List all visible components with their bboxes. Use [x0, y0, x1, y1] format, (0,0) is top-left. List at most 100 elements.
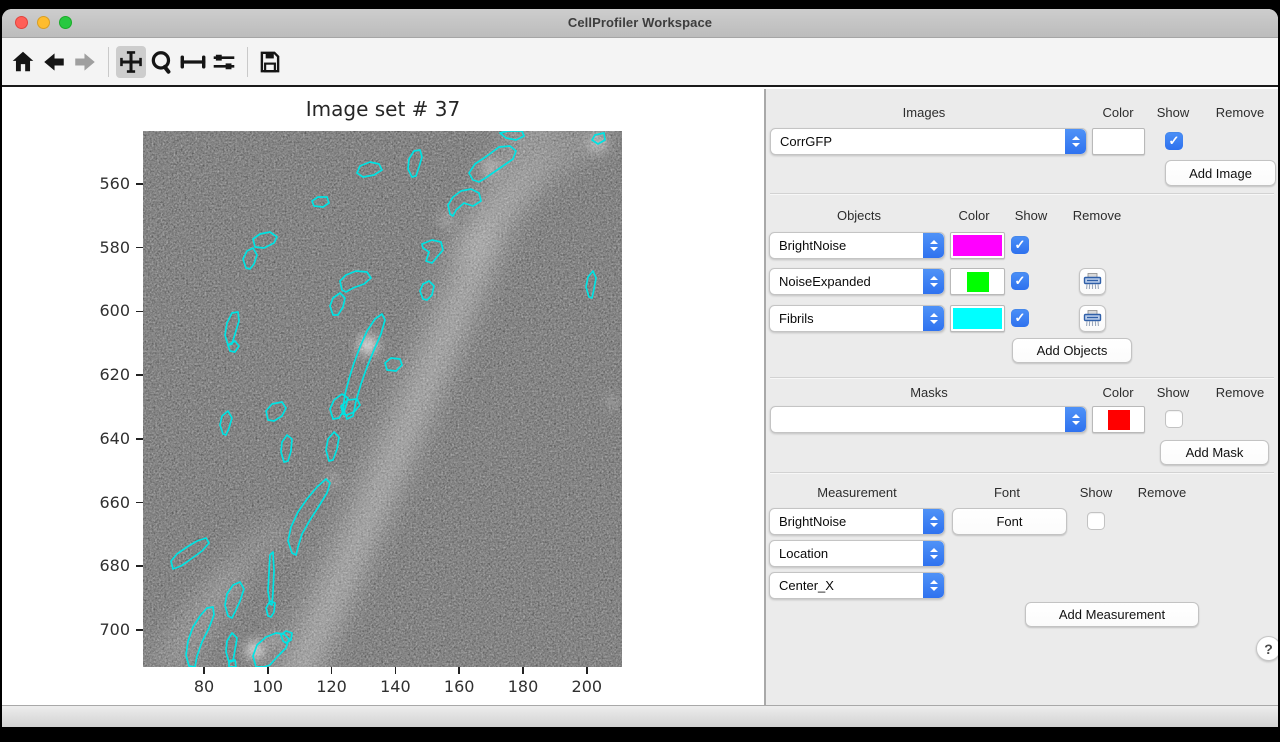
stepper-icon [923, 573, 944, 598]
mask-color-fill [1108, 410, 1130, 430]
measurement-header: Measurement [787, 485, 927, 501]
object-dropdown-1-value: BrightNoise [770, 238, 923, 253]
object-3-color-swatch[interactable] [950, 305, 1005, 332]
x-tick-mark [586, 667, 588, 674]
stepper-icon [923, 306, 944, 331]
masks-header: Masks [859, 385, 999, 401]
forward-button[interactable] [70, 46, 100, 78]
microscopy-image [143, 131, 622, 667]
images-show-column: Show [1147, 105, 1199, 121]
y-tick-label: 620 [60, 365, 130, 385]
y-tick-mark [136, 629, 143, 631]
object-1-color-swatch[interactable] [950, 232, 1005, 259]
object-dropdown-3-value: Fibrils [770, 311, 923, 326]
status-bar [2, 705, 1278, 727]
x-tick-label: 120 [306, 677, 358, 697]
image-show-checkbox[interactable] [1165, 132, 1183, 150]
home-button[interactable] [8, 46, 38, 78]
mask-color-swatch[interactable] [1092, 406, 1145, 433]
mask-show-checkbox[interactable] [1165, 410, 1183, 428]
x-tick-mark [331, 667, 333, 674]
span-tool-button[interactable] [178, 46, 208, 78]
x-tick-mark [395, 667, 397, 674]
measurement-object-dropdown[interactable]: BrightNoise [769, 508, 945, 535]
image-dropdown[interactable]: CorrGFP [770, 128, 1087, 155]
object-2-show-checkbox[interactable] [1011, 272, 1029, 290]
mask-dropdown[interactable] [770, 406, 1087, 433]
measurement-object-value: BrightNoise [770, 514, 923, 529]
object-3-remove-button[interactable] [1079, 305, 1106, 332]
plot-toolbar [2, 38, 1278, 87]
add-measurement-button[interactable]: Add Measurement [1025, 602, 1199, 627]
section-divider [770, 377, 1274, 378]
toolbar-separator [247, 47, 248, 77]
x-tick-mark [458, 667, 460, 674]
object-2-color-swatch[interactable] [950, 268, 1005, 295]
title-bar: CellProfiler Workspace [2, 9, 1278, 38]
objects-color-column: Color [938, 208, 1010, 224]
object-3-show-checkbox[interactable] [1011, 309, 1029, 327]
pan-button[interactable] [116, 46, 146, 78]
image-color-fill [1095, 131, 1142, 152]
plot-canvas[interactable] [143, 131, 622, 667]
y-tick-mark [136, 374, 143, 376]
object-dropdown-3[interactable]: Fibrils [769, 305, 945, 332]
masks-color-column: Color [1082, 385, 1154, 401]
magnifier-icon [149, 49, 175, 75]
plot-title: Image set # 37 [2, 97, 764, 121]
main-content: Image set # 37 [2, 89, 1278, 705]
object-dropdown-1[interactable]: BrightNoise [769, 232, 945, 259]
object-1-show-checkbox[interactable] [1011, 236, 1029, 254]
y-tick-mark [136, 247, 143, 249]
section-divider [770, 193, 1274, 194]
image-color-swatch[interactable] [1092, 128, 1145, 155]
y-tick-label: 700 [60, 620, 130, 640]
x-tick-label: 80 [178, 677, 230, 697]
y-tick-label: 680 [60, 556, 130, 576]
x-tick-label: 200 [561, 677, 613, 697]
y-tick-mark [136, 183, 143, 185]
object-dropdown-2[interactable]: NoiseExpanded [769, 268, 945, 295]
y-tick-mark [136, 502, 143, 504]
image-dropdown-value: CorrGFP [771, 134, 1065, 149]
save-floppy-icon [257, 49, 283, 75]
measurement-name-dropdown[interactable]: Center_X [769, 572, 945, 599]
stepper-icon [923, 541, 944, 566]
window-title: CellProfiler Workspace [2, 15, 1278, 30]
x-tick-label: 160 [433, 677, 485, 697]
span-icon [178, 49, 208, 75]
measurement-category-dropdown[interactable]: Location [769, 540, 945, 567]
font-button[interactable]: Font [952, 508, 1067, 535]
object-1-color-fill [953, 235, 1002, 256]
back-button[interactable] [39, 46, 69, 78]
workspace-controls-panel: Images Color Show Remove CorrGFP Add Ima… [766, 89, 1278, 705]
measurement-remove-column: Remove [1126, 485, 1198, 501]
back-arrow-icon [41, 49, 67, 75]
measurement-font-column: Font [972, 485, 1042, 501]
add-image-button[interactable]: Add Image [1165, 160, 1276, 186]
objects-header: Objects [809, 208, 909, 224]
stepper-icon [1065, 407, 1086, 432]
measurement-show-column: Show [1070, 485, 1122, 501]
x-tick-mark [203, 667, 205, 674]
home-icon [10, 49, 36, 75]
x-tick-label: 140 [369, 677, 421, 697]
images-remove-column: Remove [1204, 105, 1276, 121]
x-tick-label: 100 [242, 677, 294, 697]
y-tick-label: 580 [60, 238, 130, 258]
objects-show-column: Show [1005, 208, 1057, 224]
save-button[interactable] [255, 46, 285, 78]
measurement-show-checkbox[interactable] [1087, 512, 1105, 530]
help-button[interactable]: ? [1256, 636, 1278, 661]
zoom-to-rect-button[interactable] [147, 46, 177, 78]
shredder-icon [1083, 273, 1102, 290]
add-objects-button[interactable]: Add Objects [1012, 338, 1132, 363]
plot-panel: Image set # 37 [2, 89, 764, 705]
add-mask-button[interactable]: Add Mask [1160, 440, 1269, 465]
stepper-icon [923, 509, 944, 534]
subplot-config-button[interactable] [209, 46, 239, 78]
object-2-remove-button[interactable] [1079, 268, 1106, 295]
object-2-color-fill [967, 272, 989, 292]
pan-move-icon [118, 49, 144, 75]
y-tick-label: 640 [60, 429, 130, 449]
